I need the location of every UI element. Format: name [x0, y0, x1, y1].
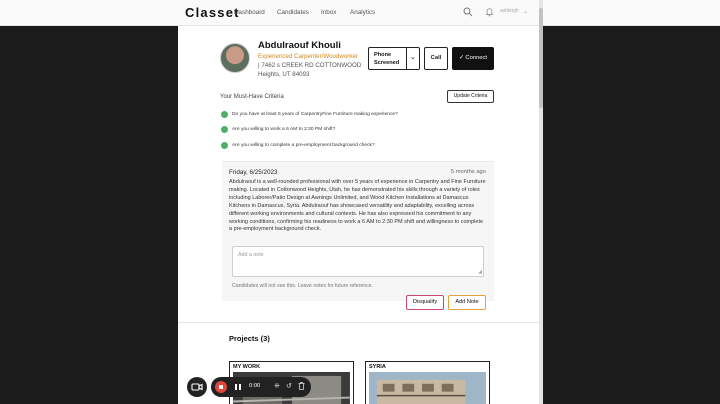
- summary-text: Abdulraouf is a well-rounded professiona…: [229, 179, 486, 233]
- check-circle-icon: [221, 111, 228, 118]
- check-circle-icon: [221, 126, 228, 133]
- update-criteria-button[interactable]: Update Criteria: [447, 90, 494, 103]
- note-placeholder: Add a note: [238, 252, 264, 258]
- nav-link-candidates[interactable]: Candidates: [277, 9, 309, 16]
- restart-icon[interactable]: ↺: [286, 382, 292, 390]
- user-menu-name[interactable]: ashleigh: [500, 8, 519, 14]
- camera-button[interactable]: [187, 377, 207, 397]
- project-card[interactable]: SYRIA: [365, 361, 490, 404]
- chevron-down-icon[interactable]: ⌄: [523, 8, 528, 15]
- criteria-text: Do you have at least 5 years of Carpentr…: [232, 112, 398, 117]
- summary-card: Friday, 6/25/2023 5 months ago Abdulraou…: [222, 161, 494, 310]
- status-divider: [406, 48, 407, 69]
- recording-timer: 0:00: [249, 383, 261, 389]
- note-helper-text: Candidates will not see this. Leave note…: [232, 283, 374, 289]
- bell-icon[interactable]: [485, 7, 494, 17]
- nav-link-dashboard[interactable]: Dashboard: [234, 9, 265, 16]
- criteria-text: Are you willing to work a 6 AM to 2:30 P…: [232, 127, 336, 132]
- projects-heading: Projects (3): [229, 334, 270, 343]
- candidate-address: | 7462 s CREEK RD COTTONWOOD Heights, UT…: [258, 62, 362, 78]
- call-button[interactable]: Call: [424, 47, 448, 70]
- top-nav: Classet Dashboard Candidates Inbox Analy…: [0, 0, 720, 26]
- project-label: SYRIA: [369, 364, 386, 370]
- chevron-down-icon[interactable]: ⌄: [410, 53, 416, 61]
- project-label: MY WORK: [233, 364, 261, 370]
- status-label: Phone Screened: [374, 52, 400, 66]
- pause-button[interactable]: [235, 384, 241, 390]
- connect-button[interactable]: ✓ Connect: [452, 47, 494, 70]
- check-circle-icon: [221, 142, 228, 149]
- search-icon[interactable]: [463, 7, 473, 17]
- candidate-name: Abdulraouf Khouli: [258, 40, 341, 51]
- criteria-text: Are you willing to complete a pre-employ…: [232, 143, 375, 148]
- criteria-heading: Your Must-Have Criteria: [220, 94, 284, 100]
- add-note-button[interactable]: Add Note: [448, 295, 486, 310]
- avatar: [220, 43, 250, 73]
- candidate-profile-page: Abdulraouf Khouli Experienced Carpenter/…: [178, 26, 539, 404]
- logo[interactable]: Classet: [185, 5, 240, 20]
- nav-link-inbox[interactable]: Inbox: [321, 9, 336, 16]
- note-input[interactable]: Add a note ◢: [232, 246, 484, 277]
- video-camera-icon: [191, 383, 203, 391]
- disqualify-button[interactable]: Disqualify: [406, 295, 444, 310]
- nav-link-analytics[interactable]: Analytics: [350, 9, 375, 16]
- grid-icon[interactable]: ⁜: [274, 382, 280, 390]
- stop-record-button[interactable]: [215, 381, 227, 393]
- resize-handle-icon[interactable]: ◢: [478, 269, 482, 275]
- status-dropdown[interactable]: Phone Screened ⌄: [368, 47, 420, 70]
- trash-icon[interactable]: [298, 382, 305, 392]
- section-divider: [178, 322, 539, 323]
- candidate-title: Experienced Carpenter/Woodworker: [258, 53, 358, 60]
- scrollbar-thumb[interactable]: [539, 8, 543, 108]
- project-image: [369, 372, 486, 404]
- summary-date: Friday, 6/25/2023: [229, 169, 278, 176]
- recorder-controls: 0:00 ⁜ ↺: [211, 377, 311, 397]
- summary-timestamp: 5 months ago: [450, 169, 486, 175]
- trash-glyph: [298, 382, 305, 390]
